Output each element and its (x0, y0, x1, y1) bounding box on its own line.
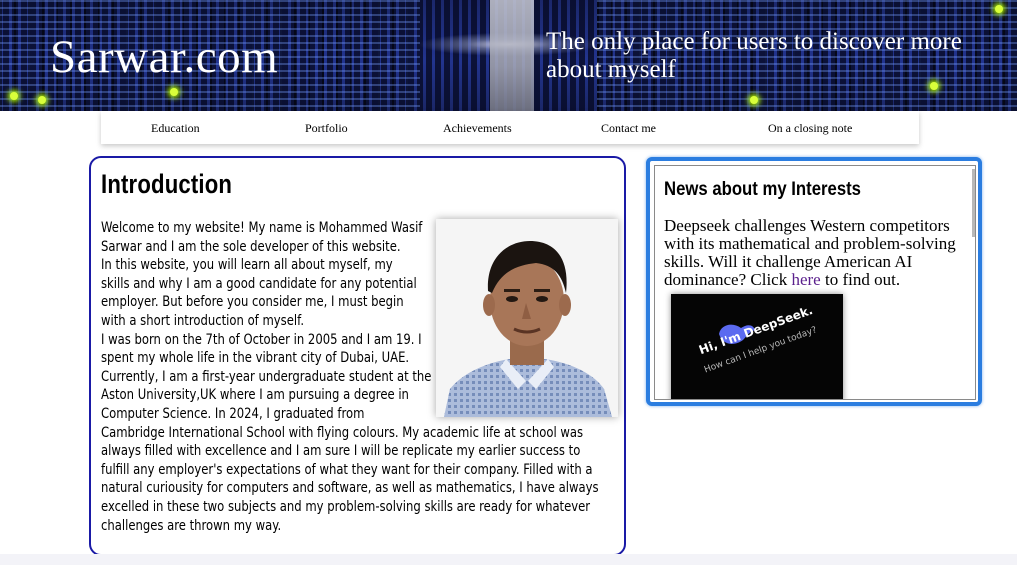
nav-item-education[interactable]: Education (151, 121, 200, 136)
header-banner: Sarwar.com The only place for users to d… (0, 0, 1017, 111)
news-heading: News about my Interests (664, 179, 861, 200)
intro-line: always filled with excellence and I am s… (101, 443, 581, 460)
intro-line: Computer Science. In 2024, I graduated f… (101, 405, 365, 422)
intro-line: I was born on the 7th of October in 2005… (101, 331, 422, 348)
intro-line: employer. But before you consider me, I … (101, 294, 404, 311)
intro-line: excelled in these two subjects and my pr… (101, 498, 591, 515)
intro-line: Currently, I am a first-year undergradua… (101, 368, 432, 385)
site-tagline: The only place for users to discover mor… (546, 28, 962, 83)
nav-item-closing-note[interactable]: On a closing note (768, 121, 852, 136)
intro-line: Welcome to my website! My name is Mohamm… (101, 220, 423, 236)
intro-line: Aston University,UK where I am pursuing … (101, 387, 409, 404)
intro-line: natural curiousity for computers and sof… (101, 480, 599, 497)
news-text: Deepseek challenges Western competitors … (664, 217, 974, 289)
news-link[interactable]: here (791, 270, 820, 289)
server-light (995, 5, 1003, 13)
intro-paragraph: Welcome to my website! My name is Mohamm… (101, 219, 599, 535)
server-light (10, 92, 18, 100)
intro-line: challenges are thrown my way. (101, 517, 282, 534)
main-nav: Education Portfolio Achievements Contact… (101, 111, 919, 144)
intro-line: fulfill any employer's expectations of w… (101, 461, 593, 478)
intro-line: Sarwar and I am the sole developer of th… (101, 238, 401, 255)
intro-line: In this website, you will learn all abou… (101, 257, 393, 274)
page-footer-strip (0, 554, 1017, 565)
nav-item-portfolio[interactable]: Portfolio (305, 121, 348, 136)
news-scrollbar[interactable] (972, 169, 975, 237)
server-light (750, 96, 758, 104)
news-scroll-panel[interactable]: News about my Interests Deepseek challen… (654, 165, 976, 400)
nav-item-contact[interactable]: Contact me (601, 121, 656, 136)
server-light (170, 88, 178, 96)
news-card: News about my Interests Deepseek challen… (646, 157, 982, 406)
news-text-after: to find out. (820, 270, 901, 289)
intro-line: Cambridge International School with flyi… (101, 424, 584, 441)
intro-line: skills and why I am a good candidate for… (101, 275, 417, 292)
deepseek-image: Hi, I'm DeepSeek. How can I help you tod… (671, 294, 843, 399)
server-light (38, 96, 46, 104)
intro-card: Introduction Welcome to my website! My n… (89, 156, 626, 556)
site-title: Sarwar.com (50, 31, 279, 83)
intro-line: with a short introduction of myself. (101, 312, 305, 329)
server-aisle (490, 0, 534, 111)
intro-line: spent my whole life in the vibrant city … (101, 350, 410, 367)
nav-item-achievements[interactable]: Achievements (443, 121, 512, 136)
intro-heading: Introduction (101, 169, 233, 199)
